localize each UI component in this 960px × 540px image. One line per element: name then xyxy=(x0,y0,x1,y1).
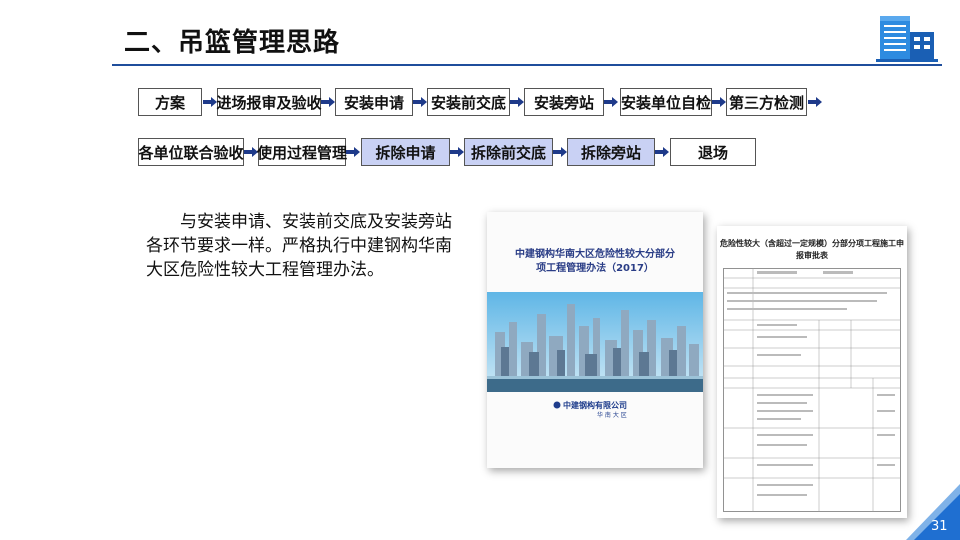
form-table-picture xyxy=(723,268,901,512)
document-cover-region: 华 南 大 区 xyxy=(597,412,627,419)
right-arrow-icon xyxy=(244,138,258,166)
flow-step-plan: 方案 xyxy=(138,88,202,116)
right-arrow-icon xyxy=(604,88,618,116)
flow-step-third-party-test: 第三方检测 xyxy=(726,88,807,116)
body-text: 与安装申请、安装前交底及安装旁站各环节要求一样。严格执行中建钢构华南大区危险性较… xyxy=(146,212,452,280)
approval-form-title: 危险性较大（含超过一定规模）分部分项工程施工申 报审批表 xyxy=(720,239,904,260)
right-arrow-icon xyxy=(413,88,427,116)
flow-step-entry-review: 进场报审及验收 xyxy=(217,88,322,116)
right-arrow-icon xyxy=(655,138,669,166)
title-underline xyxy=(112,64,942,66)
flow-step-install-apply: 安装申请 xyxy=(335,88,413,116)
right-arrow-icon xyxy=(808,88,822,116)
city-skyline-picture xyxy=(487,292,703,392)
right-arrow-icon xyxy=(510,88,524,116)
flow-step-joint-acceptance: 各单位联合验收 xyxy=(138,138,244,166)
page-number: 31 xyxy=(931,519,948,534)
flow-step-dismantle-apply: 拆除申请 xyxy=(361,138,450,166)
page-title: 二、吊篮管理思路 xyxy=(124,28,341,58)
right-arrow-icon xyxy=(450,138,464,166)
flow-step-exit: 退场 xyxy=(670,138,756,166)
right-arrow-icon xyxy=(203,88,217,116)
document-cover-image: 中建钢构华南大区危险性较大分部分 项工程管理办法（2017） 中建钢构有限公司 … xyxy=(487,212,703,468)
right-arrow-icon xyxy=(346,138,360,166)
flow-step-usage-management: 使用过程管理 xyxy=(257,138,347,166)
flow-step-dismantle-supervision: 拆除旁站 xyxy=(567,138,655,166)
right-arrow-icon xyxy=(321,88,335,116)
flow-step-install-briefing: 安装前交底 xyxy=(427,88,510,116)
document-cover-title: 中建钢构华南大区危险性较大分部分 项工程管理办法（2017） xyxy=(515,249,675,274)
flow-step-install-supervision: 安装旁站 xyxy=(524,88,604,116)
office-building-icon xyxy=(876,16,938,62)
flow-step-dismantle-briefing: 拆除前交底 xyxy=(464,138,553,166)
right-arrow-icon xyxy=(553,138,567,166)
company-logo-icon xyxy=(553,401,561,409)
approval-form-image: 危险性较大（含超过一定规模）分部分项工程施工申 报审批表 xyxy=(717,226,907,518)
flow-step-self-inspection: 安装单位自检 xyxy=(620,88,712,116)
right-arrow-icon xyxy=(712,88,726,116)
